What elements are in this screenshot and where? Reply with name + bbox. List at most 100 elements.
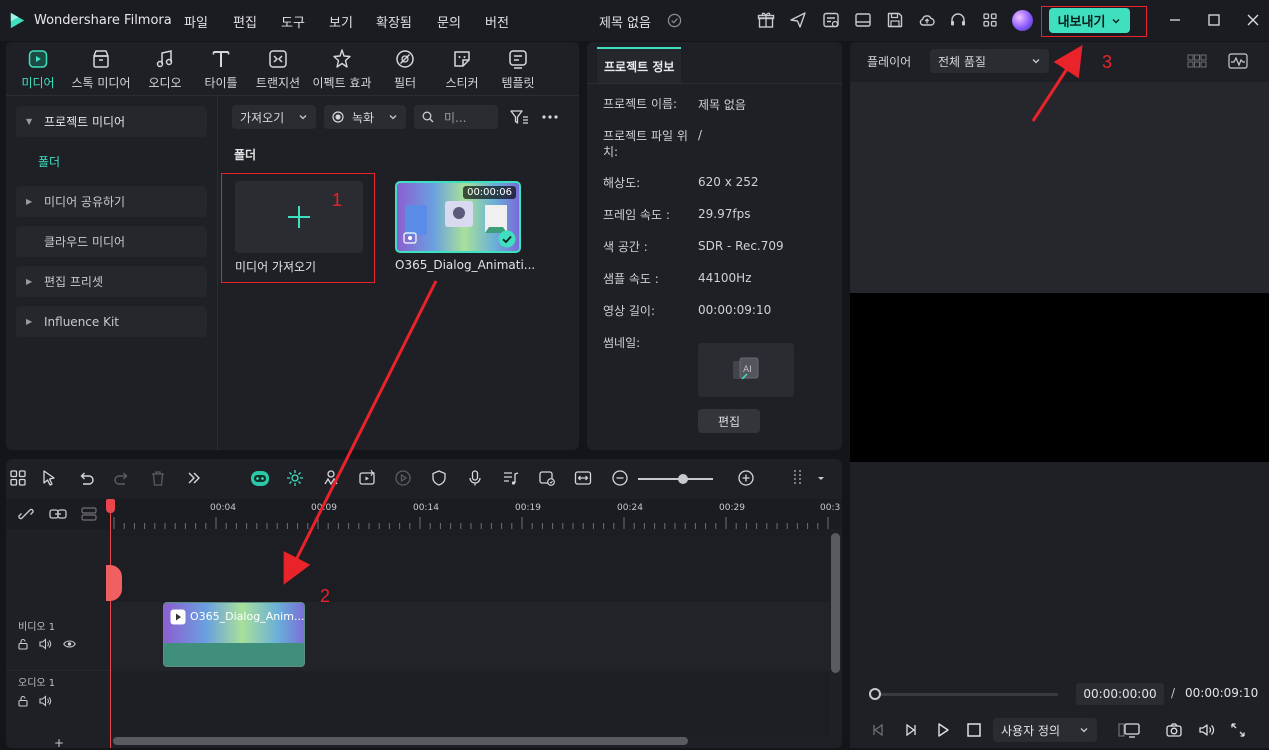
lock-icon[interactable] <box>17 638 29 650</box>
edit-thumbnail-button[interactable]: 편집 <box>698 409 760 433</box>
zoom-dropdown[interactable]: 사용자 정의 <box>993 718 1097 742</box>
cloud-upload-icon[interactable] <box>918 11 936 29</box>
maximize-icon[interactable] <box>1206 12 1222 28</box>
next-frame-icon[interactable] <box>902 721 920 739</box>
chevron-down-icon <box>1080 728 1088 733</box>
menu-view[interactable]: 보기 <box>329 12 353 31</box>
minimize-icon[interactable] <box>1167 12 1183 28</box>
more-options-icon[interactable] <box>541 114 559 120</box>
fullscreen-icon[interactable] <box>1229 721 1247 739</box>
speed-icon[interactable] <box>394 469 412 487</box>
apps-grid-icon[interactable] <box>981 11 999 29</box>
undo-icon[interactable] <box>77 469 95 487</box>
layout-grid-icon[interactable] <box>9 469 27 487</box>
playhead-handle[interactable] <box>106 499 115 513</box>
playback-scrubber[interactable] <box>873 693 1058 696</box>
tab-stock-media[interactable]: 스톡 미디어 <box>71 48 131 91</box>
select-cursor-icon[interactable] <box>41 469 59 487</box>
media-search-input[interactable]: 미... <box>414 105 498 129</box>
task-icon[interactable] <box>822 11 840 29</box>
timeline-zoom-slider[interactable] <box>638 478 713 480</box>
sidebar-item-project-media[interactable]: ▼ 프로젝트 미디어 <box>16 106 207 137</box>
menu-file[interactable]: 파일 <box>184 12 208 31</box>
tab-transitions[interactable]: 트랜지션 <box>248 48 308 91</box>
audio-speaker-icon[interactable] <box>39 695 52 707</box>
sidebar-item-cloud-media[interactable]: 클라우드 미디어 <box>16 226 207 257</box>
track-manager-icon[interactable] <box>80 506 98 522</box>
import-dropdown[interactable]: 가져오기 <box>232 105 316 129</box>
play-icon[interactable] <box>934 721 952 739</box>
tab-templates[interactable]: 템플릿 <box>488 48 548 91</box>
music-track-icon[interactable] <box>502 469 520 487</box>
timeline-vertical-scrollbar[interactable] <box>831 533 840 673</box>
zoom-slider-handle[interactable] <box>678 474 688 484</box>
scrubber-handle[interactable] <box>869 688 881 700</box>
menu-edit[interactable]: 편집 <box>233 12 257 31</box>
eye-visibility-icon[interactable] <box>63 638 76 650</box>
camera-snapshot-icon[interactable] <box>1165 721 1183 739</box>
link-clips-icon[interactable] <box>49 506 67 522</box>
audio-speaker-icon[interactable] <box>39 638 52 650</box>
headset-support-icon[interactable] <box>949 11 967 29</box>
tab-media[interactable]: 미디어 <box>8 48 68 91</box>
unlink-icon[interactable] <box>18 506 34 522</box>
stop-icon[interactable] <box>965 721 983 739</box>
volume-icon[interactable] <box>1197 721 1215 739</box>
gift-icon[interactable] <box>757 11 775 29</box>
playhead-line[interactable] <box>110 499 111 748</box>
ai-video-icon[interactable] <box>358 469 376 487</box>
tab-audio[interactable]: 오디오 <box>135 48 195 91</box>
close-icon[interactable] <box>1245 12 1261 28</box>
media-clip-thumbnail[interactable]: 00:00:06 <box>395 181 521 253</box>
menu-help[interactable]: 문의 <box>437 12 461 31</box>
tab-effects[interactable]: 이펙트 효과 <box>312 48 372 91</box>
fit-timeline-icon[interactable] <box>574 469 592 487</box>
smart-cut-icon[interactable] <box>286 469 304 487</box>
shield-mark-icon[interactable] <box>430 469 448 487</box>
tab-project-info[interactable]: 프로젝트 정보 <box>597 47 682 83</box>
layout-icon[interactable] <box>854 11 872 29</box>
auto-sync-icon[interactable] <box>538 469 556 487</box>
zoom-out-icon[interactable] <box>611 469 629 487</box>
zoom-in-icon[interactable] <box>737 469 755 487</box>
menu-version[interactable]: 버전 <box>485 12 509 31</box>
user-avatar[interactable] <box>1012 10 1033 31</box>
sidebar-item-shared-media[interactable]: ▶ 미디어 공유하기 <box>16 186 207 217</box>
previous-frame-icon[interactable] <box>869 721 887 739</box>
current-timecode[interactable]: 00:00:00:00 <box>1076 683 1164 705</box>
save-icon[interactable] <box>886 11 904 29</box>
quality-dropdown[interactable]: 전체 품질 <box>930 49 1049 73</box>
more-tools-icon[interactable] <box>185 469 203 487</box>
timeline-horizontal-scrollbar[interactable] <box>113 737 688 745</box>
redo-icon[interactable] <box>113 469 131 487</box>
waveform-icon[interactable] <box>1228 53 1248 69</box>
grid-view-icon[interactable] <box>1187 54 1207 68</box>
timeline-ruler[interactable]: 00:04 00:09 00:14 00:19 00:24 00:29 00:3 <box>6 499 842 529</box>
sidebar-item-edit-presets[interactable]: ▶ 편집 프리셋 <box>16 266 207 297</box>
sidebar-item-influence-kit[interactable]: ▶ Influence Kit <box>16 306 207 337</box>
filter-funnel-icon[interactable] <box>509 108 529 126</box>
tab-titles[interactable]: 타이틀 <box>191 48 251 91</box>
tab-stickers[interactable]: 스티커 <box>432 48 492 91</box>
menu-tools[interactable]: 도구 <box>281 12 305 31</box>
playhead-marker[interactable] <box>106 565 122 601</box>
lock-icon[interactable] <box>17 695 29 707</box>
display-mode-icon[interactable] <box>1118 721 1142 739</box>
timeline-video-clip[interactable]: O365_Dialog_Anim... <box>163 602 305 667</box>
delete-icon[interactable] <box>149 469 167 487</box>
track-height-icon[interactable] <box>790 469 808 487</box>
send-icon[interactable] <box>789 11 807 29</box>
microphone-icon[interactable] <box>466 469 484 487</box>
sidebar-item-label: 편집 프리셋 <box>44 275 104 289</box>
sidebar-item-folder[interactable]: 폴더 <box>38 153 60 170</box>
ai-robot-icon[interactable] <box>249 468 271 488</box>
chevron-down-icon[interactable] <box>816 469 826 487</box>
audio-lane[interactable] <box>110 672 830 735</box>
info-label-location: 프로젝트 파일 위치: <box>603 129 688 159</box>
thumbnail-preview[interactable]: AI <box>698 343 794 397</box>
audio-stretch-icon[interactable] <box>322 469 340 487</box>
preview-canvas-bottom <box>850 462 1269 748</box>
record-dropdown[interactable]: 녹화 <box>324 105 406 129</box>
tab-filters[interactable]: 필터 <box>375 48 435 91</box>
menu-extensions[interactable]: 확장됨 <box>376 12 412 31</box>
